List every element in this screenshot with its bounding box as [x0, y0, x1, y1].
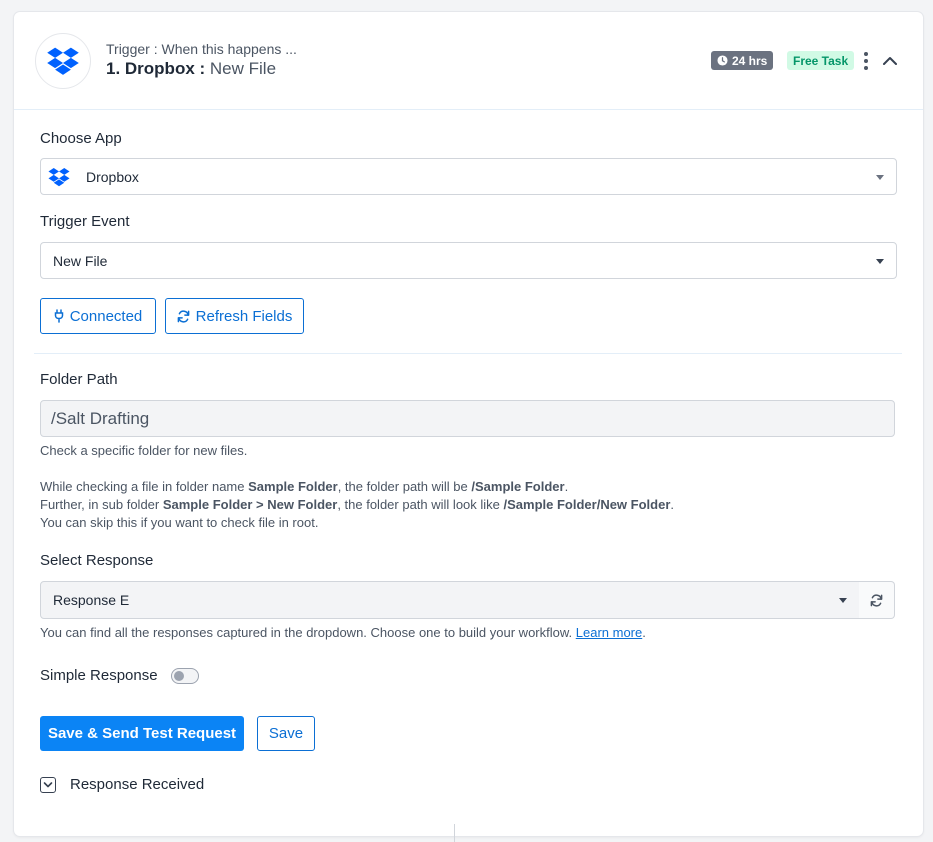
refresh-icon: [177, 309, 189, 323]
refresh-fields-button[interactable]: Refresh Fields: [165, 298, 304, 334]
chevron-down-icon: [839, 598, 847, 603]
step-event-name: New File: [209, 59, 277, 78]
folder-path-input[interactable]: /Salt Drafting: [40, 400, 895, 437]
trigger-subtitle: Trigger : When this happens ...: [106, 41, 297, 57]
chevron-down-icon: [876, 258, 884, 264]
save-button-label: Save: [268, 725, 304, 742]
more-options-icon[interactable]: [862, 52, 870, 70]
save-and-send-test-button[interactable]: Save & Send Test Request: [40, 716, 244, 751]
choose-app-value: Dropbox: [86, 168, 139, 185]
trigger-event-select[interactable]: New File: [40, 242, 897, 279]
step-app-name: 1. Dropbox :: [106, 59, 206, 78]
schedule-badge: 24 hrs: [711, 51, 774, 70]
response-received-expand[interactable]: [40, 777, 56, 793]
trigger-event-label: Trigger Event: [40, 213, 130, 230]
chevron-down-icon: [876, 174, 884, 180]
response-received-label: Response Received: [70, 776, 205, 793]
select-response-dropdown[interactable]: Response E: [40, 581, 860, 619]
folder-path-help-2: While checking a file in folder name Sam…: [40, 479, 569, 494]
folder-path-label: Folder Path: [40, 371, 118, 388]
select-response-value: Response E: [53, 592, 130, 608]
choose-app-select[interactable]: Dropbox: [40, 158, 897, 195]
schedule-badge-label: 24 hrs: [732, 53, 768, 68]
simple-response-label: Simple Response: [40, 667, 158, 684]
dropbox-logo: [35, 33, 91, 89]
step-title: 1. Dropbox : New File: [106, 59, 276, 79]
refresh-responses-button[interactable]: [859, 581, 895, 619]
folder-path-help-1: Check a specific folder for new files.: [40, 443, 248, 458]
connected-button-label: Connected: [69, 307, 143, 325]
clock-icon: [717, 55, 728, 66]
trigger-card: Trigger : When this happens ... 1. Dropb…: [14, 12, 923, 836]
dropbox-icon: [47, 47, 79, 75]
select-response-label: Select Response: [40, 552, 154, 569]
trigger-event-value: New File: [53, 252, 108, 269]
refresh-icon: [870, 593, 883, 607]
save-button[interactable]: Save: [257, 716, 315, 751]
connector-line: [454, 824, 455, 842]
select-response-help: You can find all the responses captured …: [40, 625, 646, 640]
folder-path-help-4: You can skip this if you want to check f…: [40, 515, 319, 530]
choose-app-label: Choose App: [40, 130, 122, 147]
connected-button[interactable]: Connected: [40, 298, 156, 334]
folder-path-help-3: Further, in sub folder Sample Folder > N…: [40, 497, 675, 512]
plug-icon: [54, 309, 63, 323]
dropbox-icon: [48, 167, 70, 186]
simple-response-toggle[interactable]: [171, 668, 199, 684]
chevron-up-icon[interactable]: [880, 53, 900, 69]
section-divider: [34, 353, 902, 354]
chevron-down-icon: [43, 782, 53, 788]
learn-more-link[interactable]: Learn more: [576, 625, 642, 640]
free-task-badge: Free Task: [787, 51, 855, 70]
trigger-header: Trigger : When this happens ... 1. Dropb…: [14, 12, 923, 110]
refresh-fields-button-label: Refresh Fields: [195, 307, 293, 325]
